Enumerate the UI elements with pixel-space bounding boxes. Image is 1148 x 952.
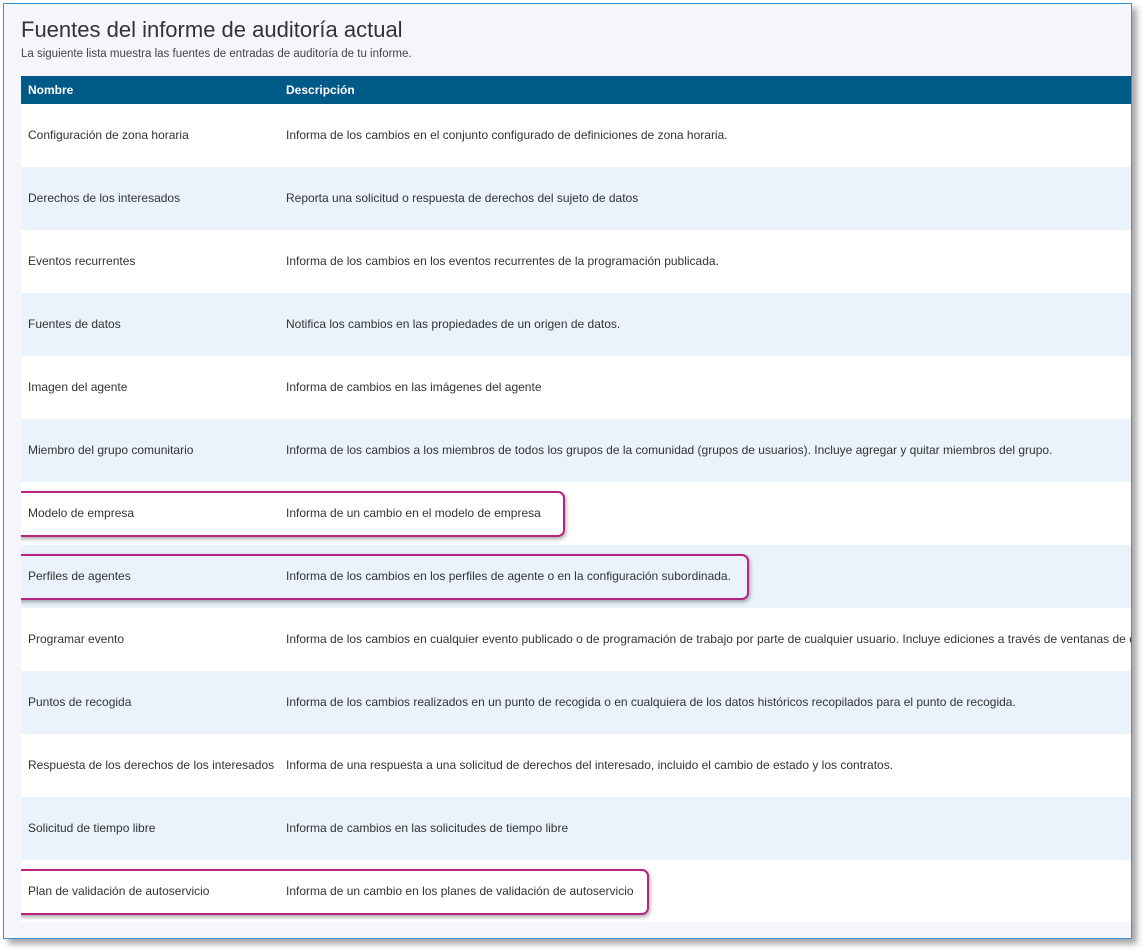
source-name-cell: Configuración de zona horaria bbox=[28, 128, 189, 142]
table-row: Plan de validación de autoservicio Inform… bbox=[21, 860, 1131, 922]
source-name-cell: Imagen del agente bbox=[28, 380, 128, 394]
audit-sources-table: Nombre Descripción Configuración de zona… bbox=[21, 76, 1132, 922]
source-name-cell: Respuesta de los derechos de los interes… bbox=[28, 758, 275, 772]
source-description-cell: Informa de una respuesta a una solicitud… bbox=[286, 758, 894, 772]
column-header-name[interactable]: Nombre bbox=[28, 76, 73, 104]
source-name-cell: Solicitud de tiempo libre bbox=[28, 821, 156, 835]
panel-header: Fuentes del informe de auditoría actual … bbox=[21, 16, 412, 62]
table-row: Derechos de los interesados Reporta una s… bbox=[21, 167, 1131, 230]
source-description-cell: Informa de los cambios en los eventos re… bbox=[286, 254, 719, 268]
table-body: Configuración de zona horaria Informa de … bbox=[21, 104, 1132, 922]
table-row: Puntos de recogida Informa de los cambios… bbox=[21, 671, 1131, 734]
source-description-cell: Informa de los cambios realizados en un … bbox=[286, 695, 1016, 709]
source-description-cell: Informa de los cambios en los perfiles d… bbox=[286, 569, 731, 583]
table-row: Miembro del grupo comunitario Informa de … bbox=[21, 419, 1131, 482]
table-row: Perfiles de agentes Informa de los cambio… bbox=[21, 545, 1131, 608]
table-row: Eventos recurrentes Informa de los cambio… bbox=[21, 230, 1131, 293]
source-description-cell: Notifica los cambios en las propiedades … bbox=[286, 317, 621, 331]
source-description-cell: Informa de los cambios a los miembros de… bbox=[286, 443, 1053, 457]
table-header: Nombre Descripción bbox=[21, 76, 1131, 104]
table-row: Modelo de empresa Informa de un cambio en… bbox=[21, 482, 1131, 545]
source-name-cell: Perfiles de agentes bbox=[28, 569, 131, 583]
column-header-description[interactable]: Descripción bbox=[286, 76, 355, 104]
source-name-cell: Programar evento bbox=[28, 632, 125, 646]
source-description-cell: Informa de los cambios en el conjunto co… bbox=[286, 128, 728, 142]
source-description-cell: Informa de un cambio en el modelo de emp… bbox=[286, 506, 541, 520]
source-description-cell: Informa de cambios en las solicitudes de… bbox=[286, 821, 569, 835]
page-subtitle: La siguiente lista muestra las fuentes d… bbox=[21, 48, 412, 60]
table-row: Programar evento Informa de los cambios e… bbox=[21, 608, 1132, 671]
source-description-cell: Informa de un cambio en los planes de va… bbox=[286, 884, 634, 898]
table-row: Respuesta de los derechos de los interes… bbox=[21, 734, 1131, 797]
source-name-cell: Modelo de empresa bbox=[28, 506, 135, 520]
source-name-cell: Plan de validación de autoservicio bbox=[28, 884, 210, 898]
source-description-cell: Informa de cambios en las imágenes del a… bbox=[286, 380, 542, 394]
page-title: Fuentes del informe de auditoría actual bbox=[21, 17, 403, 42]
source-description-cell: Reporta una solicitud o respuesta de der… bbox=[286, 191, 639, 205]
table-row: Solicitud de tiempo libre Informa de camb… bbox=[21, 797, 1131, 860]
source-name-cell: Fuentes de datos bbox=[28, 317, 121, 331]
source-name-cell: Miembro del grupo comunitario bbox=[28, 443, 194, 457]
source-name-cell: Derechos de los interesados bbox=[28, 191, 181, 205]
source-name-cell: Puntos de recogida bbox=[28, 695, 132, 709]
table-row: Configuración de zona horaria Informa de … bbox=[21, 104, 1131, 167]
table-row: Fuentes de datos Notifica los cambios en … bbox=[21, 293, 1131, 356]
source-description-cell: Informa de los cambios en cualquier even… bbox=[286, 632, 1132, 646]
report-sources-panel: Fuentes del informe de auditoría actual … bbox=[3, 3, 1132, 939]
source-name-cell: Eventos recurrentes bbox=[28, 254, 136, 268]
table-row: Imagen del agente Informa de cambios en l… bbox=[21, 356, 1131, 419]
